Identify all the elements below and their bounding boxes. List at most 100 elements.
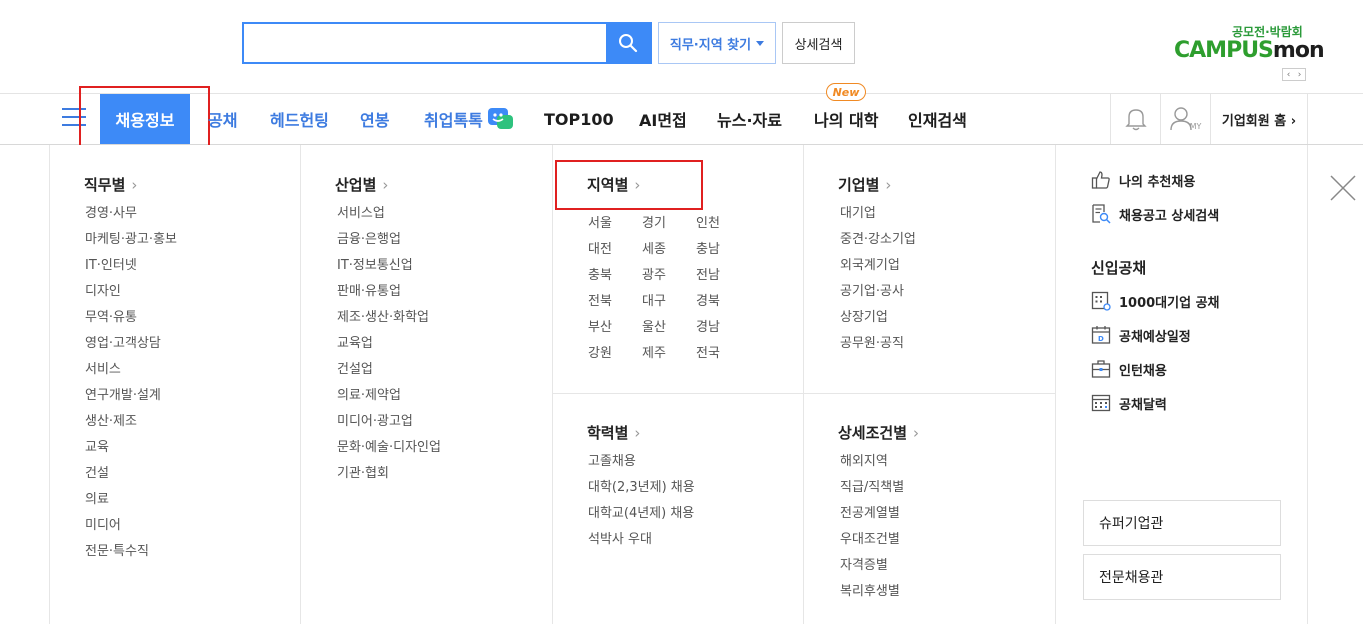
nav-item-news[interactable]: 뉴스·자료 xyxy=(717,94,782,144)
condition-link[interactable]: 직급/직책별 xyxy=(840,475,904,501)
job-link[interactable]: 마케팅·광고·홍보 xyxy=(85,227,177,253)
search-button[interactable] xyxy=(606,24,650,62)
section-title-region[interactable]: 지역별 › xyxy=(587,174,640,195)
job-link[interactable]: 생산·제조 xyxy=(85,409,177,435)
nav-item-ai-interview[interactable]: AI면접 xyxy=(639,94,687,144)
notification-button[interactable] xyxy=(1110,94,1160,144)
region-link[interactable]: 세종 xyxy=(642,240,696,260)
chevron-right-icon: › xyxy=(913,424,920,442)
company-link[interactable]: 외국계기업 xyxy=(840,253,916,279)
industry-link[interactable]: 의료·제약업 xyxy=(337,383,441,409)
region-link[interactable]: 전남 xyxy=(696,266,750,286)
job-link[interactable]: 서비스 xyxy=(85,357,177,383)
nav-item-my-college[interactable]: 나의 대학 xyxy=(814,94,878,144)
close-icon[interactable] xyxy=(1329,174,1357,202)
job-link[interactable]: 건설 xyxy=(85,461,177,487)
industry-link[interactable]: 문화·예술·디자인업 xyxy=(337,435,441,461)
job-link[interactable]: 영업·고객상담 xyxy=(85,331,177,357)
detail-search-link[interactable]: 채용공고 상세검색 xyxy=(1091,204,1219,224)
nav-item-job-talk[interactable]: 취업톡톡 xyxy=(424,94,515,144)
industry-link[interactable]: 기관·협회 xyxy=(337,461,441,487)
brand-next-button[interactable]: › xyxy=(1298,70,1302,80)
corporate-member-home-link[interactable]: 기업회원 홈 › xyxy=(1210,94,1308,144)
region-link[interactable]: 제주 xyxy=(642,344,696,364)
industry-link[interactable]: 서비스업 xyxy=(337,201,441,227)
job-link[interactable]: 미디어 xyxy=(85,513,177,539)
industry-link[interactable]: 제조·생산·화학업 xyxy=(337,305,441,331)
job-link[interactable]: 무역·유통 xyxy=(85,305,177,331)
nav-item-salary[interactable]: 연봉 xyxy=(360,94,389,144)
company-link[interactable]: 중견·강소기업 xyxy=(840,227,916,253)
condition-link[interactable]: 자격증별 xyxy=(840,553,904,579)
campusmon-logo[interactable]: CAMPUSmon xyxy=(1174,38,1325,63)
region-link[interactable]: 인천 xyxy=(696,214,750,234)
nav-item-talent-search[interactable]: 인재검색 xyxy=(908,94,967,144)
company-link[interactable]: 대기업 xyxy=(840,201,916,227)
job-link[interactable]: 경영·사무 xyxy=(85,201,177,227)
column-divider xyxy=(552,145,553,624)
calendar-link[interactable]: 공채달력 xyxy=(1091,393,1167,413)
industry-link[interactable]: 교육업 xyxy=(337,331,441,357)
region-link[interactable]: 경북 xyxy=(696,292,750,312)
job-location-finder-button[interactable]: 직무·지역 찾기 xyxy=(658,22,776,64)
section-title-condition[interactable]: 상세조건별 › xyxy=(838,422,919,443)
region-link[interactable]: 전국 xyxy=(696,344,750,364)
detail-search-button[interactable]: 상세검색 xyxy=(782,22,855,64)
region-link[interactable]: 대구 xyxy=(642,292,696,312)
nav-item-top100[interactable]: TOP100 xyxy=(544,94,614,144)
education-link[interactable]: 석박사 우대 xyxy=(588,527,695,553)
bell-icon xyxy=(1124,107,1147,131)
job-link[interactable]: 연구개발·설계 xyxy=(85,383,177,409)
condition-link[interactable]: 전공계열별 xyxy=(840,501,904,527)
condition-link[interactable]: 복리후생별 xyxy=(840,579,904,605)
company-link[interactable]: 공기업·공사 xyxy=(840,279,916,305)
region-link[interactable]: 대전 xyxy=(588,240,642,260)
nav-item-open-recruit[interactable]: 공채 xyxy=(208,94,237,144)
industry-link[interactable]: 판매·유통업 xyxy=(337,279,441,305)
search-input[interactable] xyxy=(244,24,606,62)
job-link[interactable]: IT·인터넷 xyxy=(85,253,177,279)
education-link[interactable]: 대학교(4년제) 채용 xyxy=(588,501,695,527)
super-corp-button[interactable]: 슈퍼기업관 xyxy=(1083,500,1281,546)
top1000-link[interactable]: 1000대기업 공채 xyxy=(1091,291,1220,311)
industry-link[interactable]: 미디어·광고업 xyxy=(337,409,441,435)
region-link[interactable]: 전북 xyxy=(588,292,642,312)
section-title-industry[interactable]: 산업별 › xyxy=(335,174,388,195)
condition-link[interactable]: 우대조건별 xyxy=(840,527,904,553)
education-link[interactable]: 고졸채용 xyxy=(588,449,695,475)
section-title-education[interactable]: 학력별 › xyxy=(587,422,640,443)
company-link[interactable]: 공무원·공직 xyxy=(840,331,916,357)
intern-link[interactable]: 인턴채용 xyxy=(1091,359,1167,379)
briefcase-icon xyxy=(1091,359,1111,379)
calendar-grid-icon xyxy=(1091,393,1111,413)
company-link[interactable]: 상장기업 xyxy=(840,305,916,331)
nav-item-recruit-info[interactable]: 채용정보 xyxy=(100,94,190,144)
section-title-company[interactable]: 기업별 › xyxy=(838,174,891,195)
region-link[interactable]: 강원 xyxy=(588,344,642,364)
region-link[interactable]: 광주 xyxy=(642,266,696,286)
education-link[interactable]: 대학(2,3년제) 채용 xyxy=(588,475,695,501)
region-link[interactable]: 부산 xyxy=(588,318,642,338)
chevron-right-icon: › xyxy=(634,424,641,442)
section-title-job[interactable]: 직무별 › xyxy=(84,174,137,195)
job-link[interactable]: 디자인 xyxy=(85,279,177,305)
recommend-link[interactable]: 나의 추천채용 xyxy=(1091,170,1195,190)
schedule-link[interactable]: D 공채예상일정 xyxy=(1091,325,1191,345)
industry-link[interactable]: IT·정보통신업 xyxy=(337,253,441,279)
job-link[interactable]: 교육 xyxy=(85,435,177,461)
condition-link[interactable]: 해외지역 xyxy=(840,449,904,475)
region-link[interactable]: 서울 xyxy=(588,214,642,234)
industry-link[interactable]: 금융·은행업 xyxy=(337,227,441,253)
industry-link[interactable]: 건설업 xyxy=(337,357,441,383)
my-page-button[interactable]: MY xyxy=(1160,94,1210,144)
region-link[interactable]: 충남 xyxy=(696,240,750,260)
region-link[interactable]: 울산 xyxy=(642,318,696,338)
job-link[interactable]: 의료 xyxy=(85,487,177,513)
pro-hire-button[interactable]: 전문채용관 xyxy=(1083,554,1281,600)
region-link[interactable]: 경기 xyxy=(642,214,696,234)
brand-prev-button[interactable]: ‹ xyxy=(1287,70,1291,80)
nav-item-headhunting[interactable]: 헤드헌팅 xyxy=(270,94,329,144)
job-link[interactable]: 전문·특수직 xyxy=(85,539,177,565)
region-link[interactable]: 충북 xyxy=(588,266,642,286)
region-link[interactable]: 경남 xyxy=(696,318,750,338)
